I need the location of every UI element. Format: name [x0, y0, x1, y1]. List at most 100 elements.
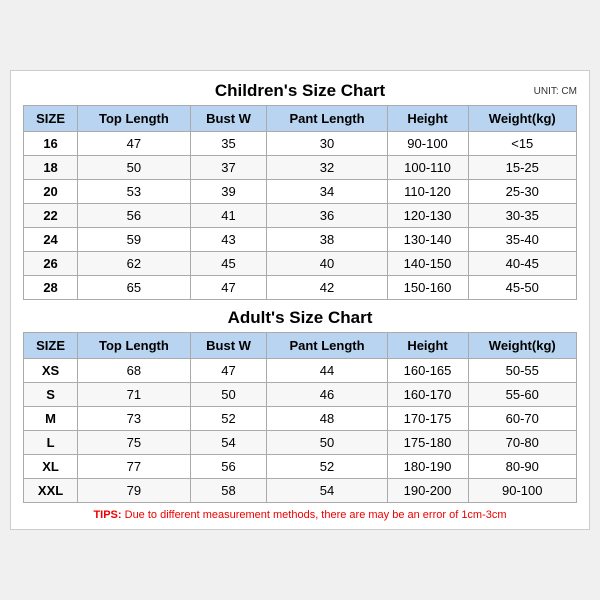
table-cell: 46	[267, 383, 387, 407]
table-cell: 170-175	[387, 407, 468, 431]
children-data-row: 28654742150-16045-50	[24, 276, 577, 300]
children-data-row: 18503732100-11015-25	[24, 156, 577, 180]
table-cell: 47	[190, 359, 267, 383]
table-cell: 26	[24, 252, 78, 276]
table-cell: XS	[24, 359, 78, 383]
adults-col-pant: Pant Length	[267, 333, 387, 359]
table-cell: 18	[24, 156, 78, 180]
tips-row: TIPS: Due to different measurement metho…	[23, 509, 577, 521]
table-cell: 35	[190, 132, 267, 156]
children-title-row: Children's Size Chart UNIT: CM	[23, 81, 577, 101]
table-cell: L	[24, 431, 78, 455]
children-col-bust: Bust W	[190, 106, 267, 132]
adults-col-height: Height	[387, 333, 468, 359]
table-cell: 47	[78, 132, 191, 156]
children-col-pant: Pant Length	[267, 106, 387, 132]
table-cell: 30	[267, 132, 387, 156]
table-cell: 30-35	[468, 204, 576, 228]
table-cell: 79	[78, 479, 191, 503]
children-col-height: Height	[387, 106, 468, 132]
table-cell: 90-100	[387, 132, 468, 156]
adults-title-row: Adult's Size Chart	[23, 308, 577, 328]
table-cell: 45-50	[468, 276, 576, 300]
table-cell: 15-25	[468, 156, 576, 180]
unit-label: UNIT: CM	[534, 86, 577, 97]
adults-data-row: M735248170-17560-70	[24, 407, 577, 431]
adults-data-row: L755450175-18070-80	[24, 431, 577, 455]
table-cell: 36	[267, 204, 387, 228]
chart-container: Children's Size Chart UNIT: CM SIZE Top …	[10, 70, 590, 530]
adults-data-row: XS684744160-16550-55	[24, 359, 577, 383]
table-cell: 32	[267, 156, 387, 180]
table-cell: M	[24, 407, 78, 431]
table-cell: 41	[190, 204, 267, 228]
table-cell: 130-140	[387, 228, 468, 252]
table-cell: 75	[78, 431, 191, 455]
children-title: Children's Size Chart	[215, 81, 385, 101]
table-cell: 190-200	[387, 479, 468, 503]
table-cell: 37	[190, 156, 267, 180]
adults-header-row: SIZE Top Length Bust W Pant Length Heigh…	[24, 333, 577, 359]
table-cell: 110-120	[387, 180, 468, 204]
table-cell: 45	[190, 252, 267, 276]
table-cell: 44	[267, 359, 387, 383]
table-cell: 52	[267, 455, 387, 479]
table-cell: 25-30	[468, 180, 576, 204]
table-cell: 56	[78, 204, 191, 228]
children-header-row: SIZE Top Length Bust W Pant Length Heigh…	[24, 106, 577, 132]
adults-title: Adult's Size Chart	[228, 308, 373, 328]
table-cell: 50-55	[468, 359, 576, 383]
table-cell: 65	[78, 276, 191, 300]
table-cell: 50	[267, 431, 387, 455]
table-cell: 70-80	[468, 431, 576, 455]
table-cell: 175-180	[387, 431, 468, 455]
table-cell: 34	[267, 180, 387, 204]
table-cell: 28	[24, 276, 78, 300]
table-cell: 40-45	[468, 252, 576, 276]
table-cell: 40	[267, 252, 387, 276]
table-cell: <15	[468, 132, 576, 156]
table-cell: 80-90	[468, 455, 576, 479]
table-cell: 56	[190, 455, 267, 479]
table-cell: 48	[267, 407, 387, 431]
children-data-row: 20533934110-12025-30	[24, 180, 577, 204]
table-cell: 47	[190, 276, 267, 300]
table-cell: 73	[78, 407, 191, 431]
adults-col-size: SIZE	[24, 333, 78, 359]
table-cell: 58	[190, 479, 267, 503]
table-cell: 22	[24, 204, 78, 228]
table-cell: 160-165	[387, 359, 468, 383]
children-col-weight: Weight(kg)	[468, 106, 576, 132]
children-data-row: 26624540140-15040-45	[24, 252, 577, 276]
table-cell: 62	[78, 252, 191, 276]
table-cell: 71	[78, 383, 191, 407]
children-col-size: SIZE	[24, 106, 78, 132]
table-cell: 59	[78, 228, 191, 252]
adults-data-row: S715046160-17055-60	[24, 383, 577, 407]
table-cell: 55-60	[468, 383, 576, 407]
table-cell: 77	[78, 455, 191, 479]
table-cell: 24	[24, 228, 78, 252]
adults-data-row: XL775652180-19080-90	[24, 455, 577, 479]
table-cell: 54	[190, 431, 267, 455]
table-cell: 50	[78, 156, 191, 180]
table-cell: XXL	[24, 479, 78, 503]
table-cell: 16	[24, 132, 78, 156]
adults-col-weight: Weight(kg)	[468, 333, 576, 359]
adults-data-row: XXL795854190-20090-100	[24, 479, 577, 503]
table-cell: 52	[190, 407, 267, 431]
table-cell: 43	[190, 228, 267, 252]
table-cell: 54	[267, 479, 387, 503]
table-cell: 53	[78, 180, 191, 204]
adults-col-top-length: Top Length	[78, 333, 191, 359]
children-table: SIZE Top Length Bust W Pant Length Heigh…	[23, 105, 577, 300]
table-cell: 42	[267, 276, 387, 300]
table-cell: XL	[24, 455, 78, 479]
table-cell: 140-150	[387, 252, 468, 276]
children-col-top-length: Top Length	[78, 106, 191, 132]
tips-label: TIPS:	[93, 509, 121, 521]
table-cell: 50	[190, 383, 267, 407]
table-cell: 120-130	[387, 204, 468, 228]
tips-text: Due to different measurement methods, th…	[125, 509, 507, 521]
table-cell: 20	[24, 180, 78, 204]
